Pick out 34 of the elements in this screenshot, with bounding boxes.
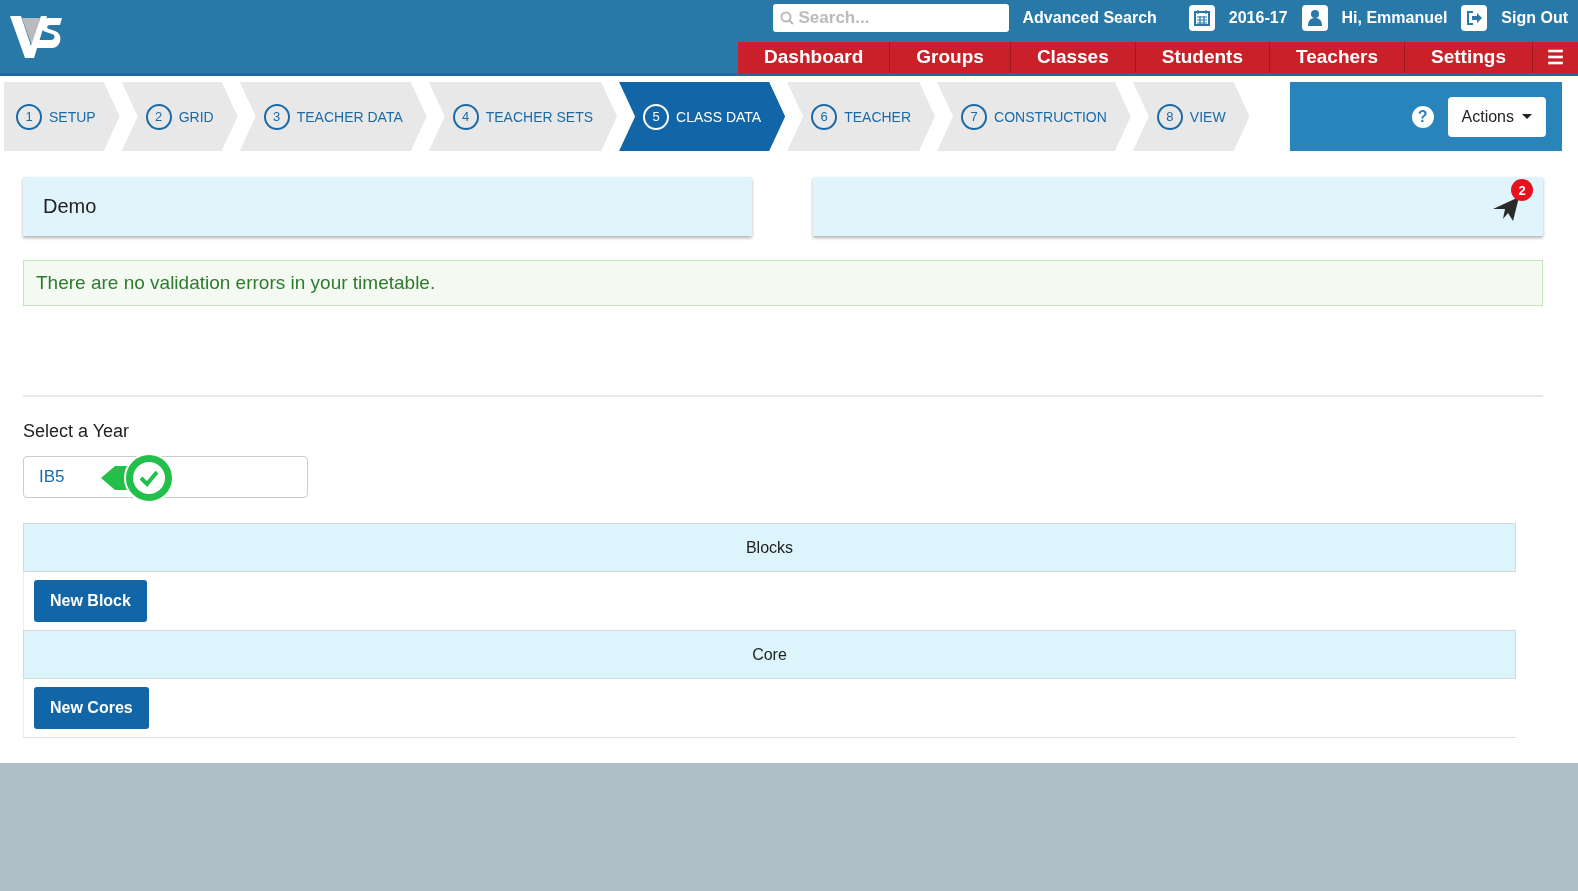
search-field[interactable]: Search... (772, 4, 1009, 33)
validation-message: There are no validation errors in your timetable. (23, 260, 1543, 306)
user-icon (1301, 5, 1328, 32)
nav-tab[interactable]: Settings (1405, 41, 1533, 73)
actions-dropdown[interactable]: Actions (1447, 96, 1546, 137)
wizard-step-tab[interactable]: 1 SETUP (4, 82, 120, 151)
wizard-step-tab[interactable]: 3 TEACHER DATA (239, 82, 427, 151)
school-year-link[interactable]: 2016-17 (1228, 9, 1288, 28)
sign-out-link[interactable]: Sign Out (1501, 9, 1568, 28)
calendar-icon (1188, 5, 1215, 32)
user-greeting[interactable]: Hi, Emmanuel (1341, 9, 1448, 28)
notification-count-badge: 2 (1511, 179, 1533, 201)
sign-out-icon (1461, 5, 1488, 32)
section-header: Blocks (23, 523, 1516, 572)
section-header: Core (23, 630, 1516, 679)
wizard-step-tab[interactable]: 6 TEACHER (787, 82, 936, 151)
new-item-button[interactable]: New Block (34, 580, 147, 622)
nav-tab[interactable]: Groups (890, 41, 1011, 73)
wizard-step-tab[interactable]: 5 CLASS DATA (619, 82, 786, 151)
wizard-step-tab[interactable]: 2 GRID (121, 82, 238, 151)
new-item-button[interactable]: New Cores (34, 687, 149, 729)
caret-icon (1522, 113, 1532, 120)
nav-tab[interactable]: Students (1135, 41, 1270, 73)
advanced-search-link[interactable]: Advanced Search (1022, 9, 1157, 28)
wizard-step-tab[interactable]: 7 CONSTRUCTION (937, 82, 1131, 151)
menu-icon[interactable]: ☰ (1533, 41, 1578, 73)
help-icon[interactable]: ? (1411, 105, 1434, 128)
select-year-label: Select a Year (23, 421, 131, 442)
wizard-step-tab[interactable]: 4 TEACHER SETS (428, 82, 618, 151)
project-name-card: Demo (23, 177, 752, 236)
wizard-step-tab[interactable]: 8 VIEW (1132, 82, 1250, 151)
nav-tab[interactable]: Teachers (1270, 41, 1406, 73)
nav-tab[interactable]: Classes (1010, 41, 1136, 73)
nav-tab[interactable]: Dashboard (738, 41, 891, 73)
